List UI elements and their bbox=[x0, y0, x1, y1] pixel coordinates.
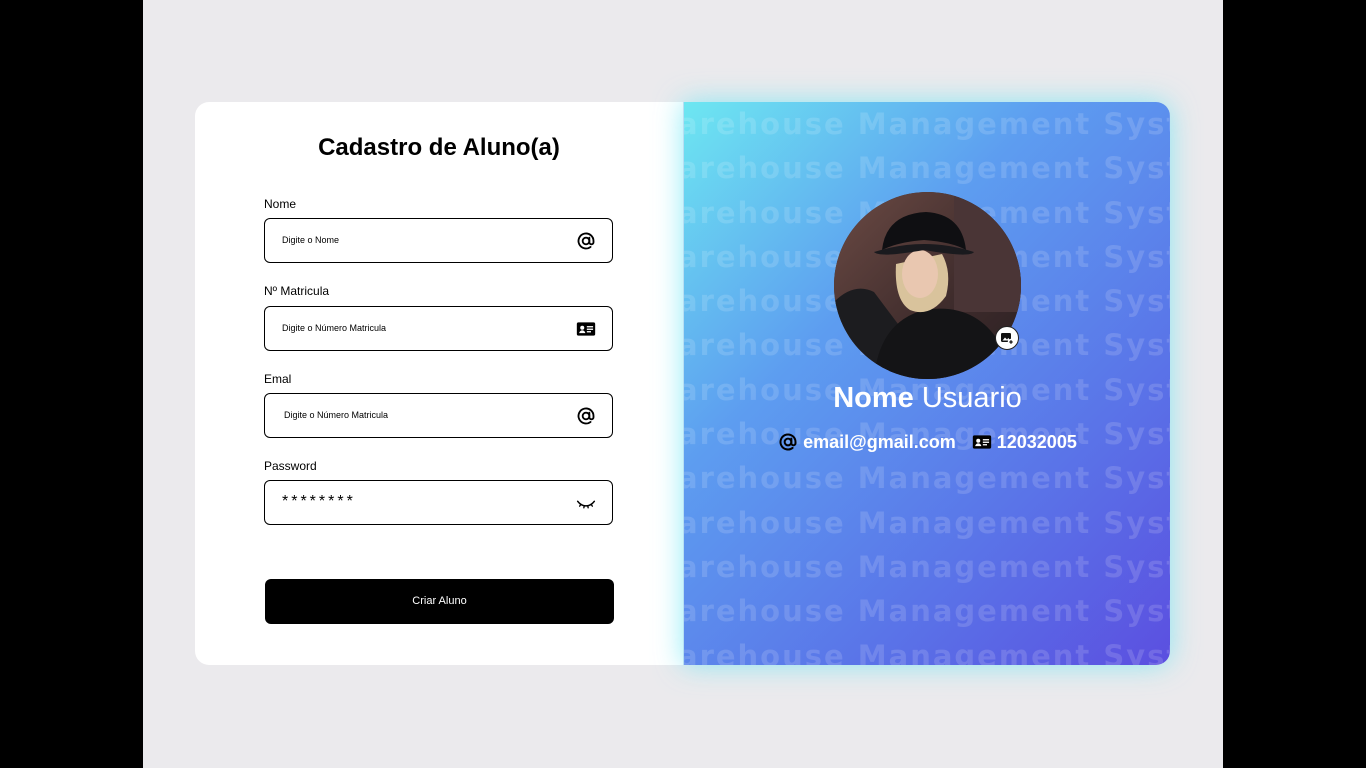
form-panel: Cadastro de Aluno(a) Nome Digite o Nome … bbox=[195, 102, 683, 665]
email-input[interactable]: Digite o Número Matricula bbox=[264, 393, 613, 438]
form-title: Cadastro de Aluno(a) bbox=[318, 134, 560, 161]
avatar bbox=[834, 192, 1021, 379]
registration-card: Cadastro de Aluno(a) Nome Digite o Nome … bbox=[195, 102, 1170, 665]
id-card-icon bbox=[972, 435, 991, 449]
password-input[interactable]: ******** bbox=[264, 480, 613, 525]
profile-meta: email@gmail.com 12032005 bbox=[684, 430, 1170, 454]
email-placeholder: Digite o Número Matricula bbox=[284, 410, 389, 420]
profile-last-name: Usuario bbox=[921, 382, 1022, 414]
profile-matricula-text: 12032005 bbox=[996, 431, 1077, 452]
id-card-icon bbox=[576, 322, 596, 336]
criar-aluno-button[interactable]: Criar Aluno bbox=[265, 579, 614, 624]
add-photo-button[interactable] bbox=[995, 326, 1019, 350]
matricula-placeholder: Digite o Número Matricula bbox=[282, 323, 387, 333]
matricula-label: Nº Matricula bbox=[264, 284, 330, 298]
email-label: Emal bbox=[264, 372, 292, 386]
nome-input[interactable]: Digite o Nome bbox=[264, 218, 613, 263]
password-value: ******** bbox=[282, 493, 356, 510]
profile-matricula: 12032005 bbox=[972, 432, 1077, 453]
profile-panel: arehouse Management Syster arehouse Mana… bbox=[683, 102, 1170, 665]
profile-first-name: Nome bbox=[833, 382, 914, 414]
at-icon bbox=[577, 407, 595, 425]
add-photo-icon bbox=[1001, 333, 1015, 346]
nome-placeholder: Digite o Nome bbox=[282, 235, 340, 245]
profile-name: Nome Usuario bbox=[684, 382, 1170, 415]
at-icon bbox=[779, 433, 797, 451]
profile-email-text: email@gmail.com bbox=[803, 431, 956, 452]
profile-email: email@gmail.com bbox=[778, 432, 956, 453]
eye-closed-icon[interactable] bbox=[576, 493, 596, 513]
matricula-input[interactable]: Digite o Número Matricula bbox=[264, 306, 613, 351]
password-label: Password bbox=[264, 459, 317, 473]
at-icon bbox=[577, 232, 595, 250]
avatar-photo bbox=[834, 192, 1021, 379]
nome-label: Nome bbox=[264, 197, 297, 211]
